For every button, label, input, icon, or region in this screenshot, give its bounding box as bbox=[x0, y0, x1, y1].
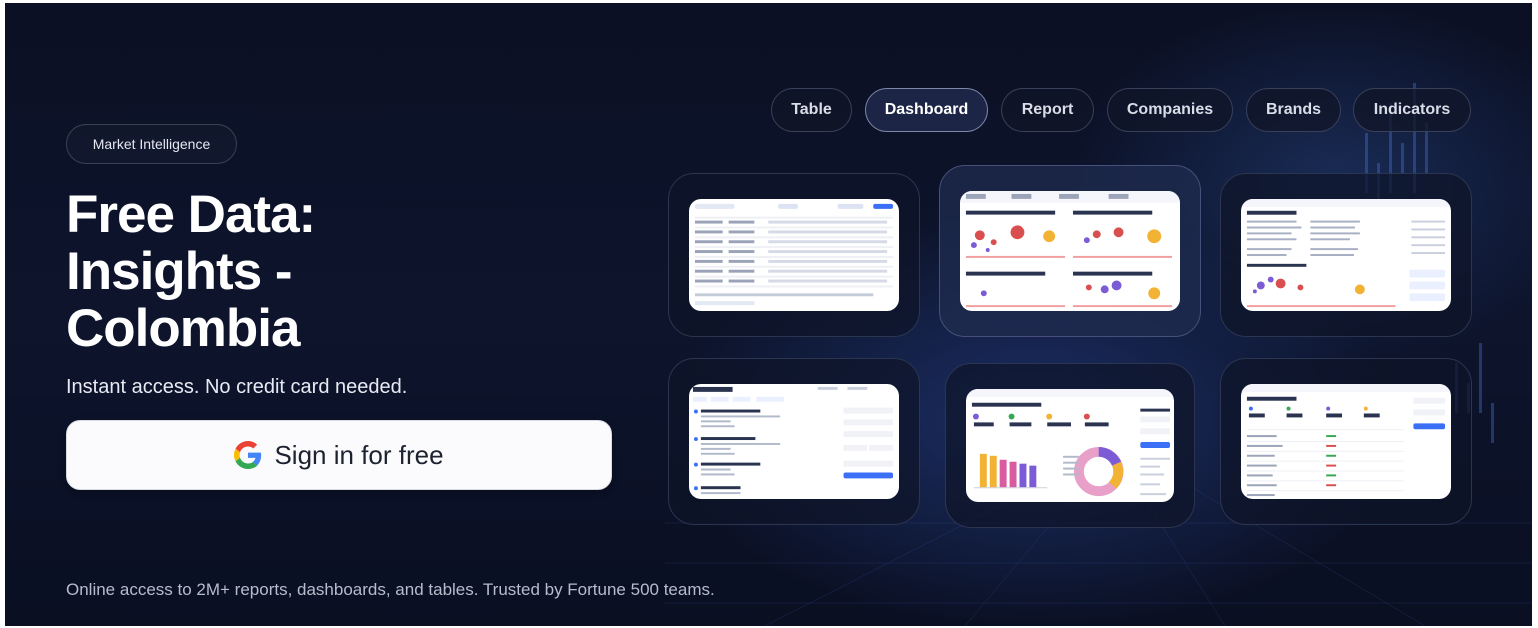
brands-preview-thumbnail bbox=[966, 389, 1174, 502]
headline-line-1: Free Data: bbox=[66, 185, 316, 244]
tab-companies[interactable]: Companies bbox=[1107, 88, 1233, 132]
tab-indicators[interactable]: Indicators bbox=[1353, 88, 1471, 132]
companies-preview-thumbnail bbox=[689, 384, 899, 499]
report-preview-thumbnail bbox=[1241, 199, 1451, 311]
dashboard-preview-card[interactable] bbox=[939, 165, 1201, 337]
subtitle: Instant access. No credit card needed. bbox=[66, 376, 408, 398]
sign-in-button[interactable]: Sign in for free bbox=[66, 420, 612, 490]
tab-dashboard[interactable]: Dashboard bbox=[865, 88, 988, 132]
hero-section: Market Intelligence Free Data: Insights … bbox=[5, 3, 1532, 626]
indicators-preview-card[interactable] bbox=[1220, 358, 1472, 525]
table-preview-card[interactable] bbox=[668, 173, 920, 337]
brands-preview-card[interactable] bbox=[945, 363, 1195, 528]
headline-line-2: Insights - bbox=[66, 242, 293, 301]
companies-preview-card[interactable] bbox=[668, 358, 920, 525]
google-g-icon bbox=[234, 441, 262, 469]
tab-report[interactable]: Report bbox=[1001, 88, 1094, 132]
sign-in-label: Sign in for free bbox=[274, 439, 444, 470]
tab-table[interactable]: Table bbox=[771, 88, 852, 132]
page-title: Free Data: Insights - Colombia bbox=[66, 186, 586, 357]
report-preview-card[interactable] bbox=[1220, 173, 1472, 337]
indicators-preview-thumbnail bbox=[1241, 384, 1451, 499]
headline-line-3: Colombia bbox=[66, 299, 300, 358]
footnote: Online access to 2M+ reports, dashboards… bbox=[66, 580, 715, 599]
dashboard-preview-thumbnail bbox=[960, 191, 1180, 311]
table-preview-thumbnail bbox=[689, 199, 899, 311]
tab-brands[interactable]: Brands bbox=[1246, 88, 1341, 132]
market-intelligence-badge: Market Intelligence bbox=[66, 124, 237, 164]
